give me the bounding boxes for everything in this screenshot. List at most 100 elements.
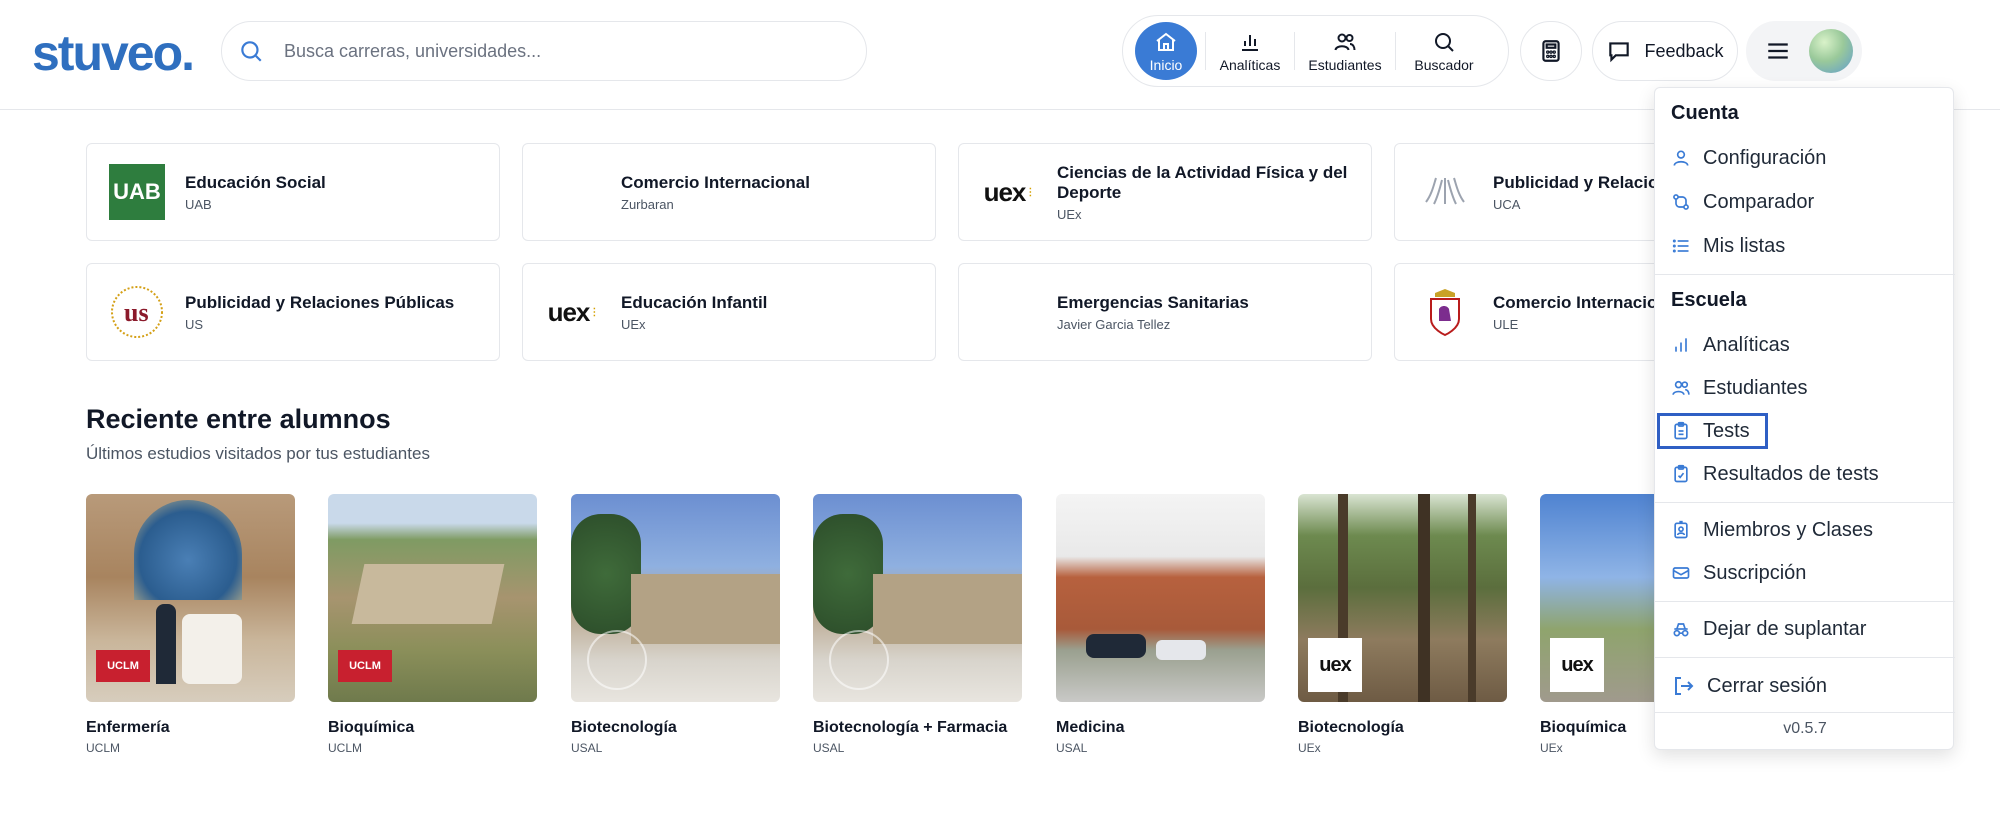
- course-university: UAB: [185, 196, 212, 212]
- study-title: Medicina: [1056, 719, 1125, 736]
- app-version: v0.5.7: [1783, 720, 1827, 737]
- nav-estudiantes-label: Estudiantes: [1308, 56, 1382, 73]
- logout-icon: [1675, 677, 1694, 695]
- compare-icon: [1673, 194, 1689, 210]
- course-university: Javier Garcia Tellez: [1057, 316, 1171, 332]
- menu-item-estudiantes[interactable]: Estudiantes: [1671, 370, 1808, 406]
- menu-divider: [1655, 657, 1955, 658]
- study-photo: [813, 494, 1022, 702]
- avatar: [1809, 29, 1853, 73]
- menu-divider: [1655, 712, 1955, 713]
- nav-divider: [1294, 32, 1295, 70]
- study-photo: [571, 494, 780, 702]
- nav-divider: [1205, 32, 1206, 70]
- course-university: UCA: [1493, 196, 1521, 212]
- users-icon: [1334, 33, 1356, 50]
- search-icon: [241, 41, 262, 62]
- stuveo-logo[interactable]: stuveo.: [32, 24, 195, 82]
- menu-item-suscripcion[interactable]: Suscripción: [1671, 555, 1806, 591]
- study-university: USAL: [571, 741, 603, 755]
- course-university: Zurbaran: [621, 196, 674, 212]
- nav-estudiantes[interactable]: Estudiantes: [1303, 21, 1387, 81]
- course-card[interactable]: uex ⋮ Educación Infantil UEx: [522, 263, 936, 361]
- course-title: Educación Infantil: [621, 292, 768, 312]
- study-tile[interactable]: uex Biotecnología UEx: [1298, 494, 1507, 755]
- uclm-logo: UCLM: [338, 650, 392, 682]
- study-university: USAL: [813, 741, 845, 755]
- course-card[interactable]: uex ⋮ Ciencias de la Actividad Física y d…: [958, 143, 1372, 241]
- nav-inicio[interactable]: Inicio: [1135, 22, 1197, 80]
- study-title: Bioquímica: [328, 719, 415, 736]
- account-menu-button[interactable]: [1746, 21, 1862, 81]
- study-tile[interactable]: Medicina USAL: [1056, 494, 1265, 755]
- account-dropdown: Cuenta Configuración Comparador Mis list…: [1654, 87, 1955, 750]
- bar-chart-icon: [1675, 338, 1687, 352]
- menu-item-label: Comparador: [1703, 190, 1815, 213]
- search-input[interactable]: [284, 40, 804, 62]
- menu-item-comparador[interactable]: Comparador: [1671, 184, 1814, 220]
- course-title: Publicidad y Relaciones Públicas: [185, 292, 455, 312]
- calculator-button[interactable]: [1520, 21, 1582, 81]
- menu-item-miembros[interactable]: Miembros y Clases: [1671, 512, 1873, 548]
- uex-logo: uex ⋮: [547, 296, 600, 327]
- menu-divider: [1655, 601, 1955, 602]
- menu-item-label: Suscripción: [1703, 561, 1807, 584]
- course-card[interactable]: Emergencias Sanitarias Javier Garcia Tel…: [958, 263, 1372, 361]
- course-title: Educación Social: [185, 172, 326, 192]
- menu-divider: [1655, 274, 1955, 275]
- feedback-button[interactable]: Feedback: [1592, 21, 1738, 81]
- study-tile[interactable]: UCLM Bioquímica UCLM: [328, 494, 537, 755]
- uclm-logo: UCLM: [96, 650, 150, 682]
- menu-item-analiticas[interactable]: Analíticas: [1671, 327, 1790, 363]
- calculator-icon: [1542, 40, 1560, 62]
- ule-logo: [1417, 284, 1473, 340]
- course-card[interactable]: Comercio Internacional Zurbaran: [522, 143, 936, 241]
- study-university: UCLM: [328, 741, 363, 755]
- course-title: Publicidad y Relacio: [1493, 172, 1659, 192]
- study-photo: UCLM: [86, 494, 295, 702]
- menu-item-label: Miembros y Clases: [1703, 518, 1874, 541]
- search-icon: [1435, 32, 1454, 52]
- id-badge-icon: [1674, 520, 1688, 539]
- feedback-label: Feedback: [1644, 40, 1724, 61]
- blank-logo: [545, 164, 601, 220]
- menu-item-mis-listas[interactable]: Mis listas: [1671, 228, 1785, 264]
- course-university: US: [185, 316, 204, 332]
- course-title: Emergencias Sanitarias: [1057, 292, 1249, 312]
- study-title: Biotecnología: [1298, 719, 1404, 736]
- nav-inicio-label: Inicio: [1149, 56, 1183, 73]
- menu-item-tests[interactable]: Tests: [1671, 413, 1750, 449]
- study-tile[interactable]: Biotecnología USAL: [571, 494, 780, 755]
- nav-buscador-label: Buscador: [1414, 56, 1474, 73]
- study-tile[interactable]: UCLM Enfermería UCLM: [86, 494, 295, 755]
- study-university: UCLM: [86, 741, 121, 755]
- menu-item-label: Configuración: [1703, 146, 1827, 169]
- menu-item-dejar-suplantar[interactable]: Dejar de suplantar: [1671, 611, 1866, 647]
- escuela-heading: Escuela: [1671, 289, 1747, 311]
- course-card[interactable]: us Publicidad y Relaciones Públicas US: [86, 263, 500, 361]
- course-title: Comercio Internacio: [1493, 292, 1658, 312]
- menu-item-resultados[interactable]: Resultados de tests: [1671, 456, 1879, 492]
- section-title: Reciente entre alumnos: [86, 404, 391, 434]
- incognito-icon: [1673, 623, 1689, 637]
- list-icon: [1672, 239, 1689, 253]
- uex-logo-text: uex: [547, 296, 591, 327]
- clipboard-check-icon: [1674, 464, 1688, 483]
- search-bar[interactable]: [221, 21, 867, 81]
- message-icon: [1609, 42, 1630, 63]
- course-title: Comercio Internacional: [621, 172, 810, 192]
- menu-item-cerrar-sesion[interactable]: Cerrar sesión: [1671, 668, 1827, 704]
- menu-item-configuracion[interactable]: Configuración: [1671, 140, 1826, 176]
- nav-analiticas[interactable]: Analíticas: [1214, 21, 1286, 81]
- home-icon: [1156, 32, 1176, 51]
- nav-buscador[interactable]: Buscador: [1404, 21, 1484, 81]
- course-university: ULE: [1493, 316, 1519, 332]
- study-photo: [1056, 494, 1265, 702]
- menu-item-label: Tests: [1703, 419, 1750, 442]
- us-logo: us: [109, 284, 165, 340]
- study-tile[interactable]: Biotecnología + Farmacia USAL: [813, 494, 1022, 755]
- ticket-icon: [1672, 567, 1690, 579]
- course-card[interactable]: UAB Educación Social UAB: [86, 143, 500, 241]
- blank-logo: [981, 284, 1037, 340]
- study-photo: uex: [1298, 494, 1507, 702]
